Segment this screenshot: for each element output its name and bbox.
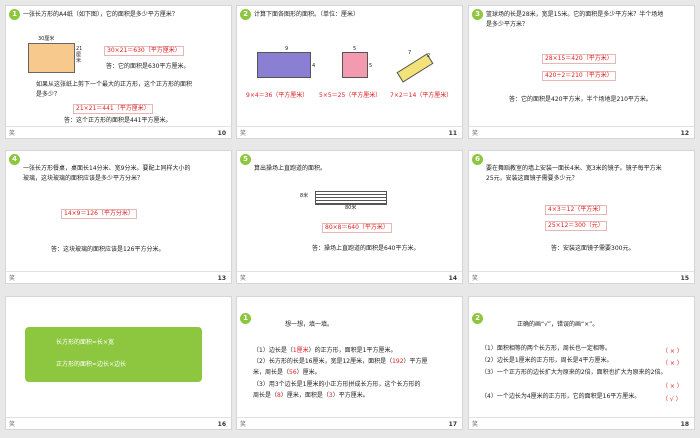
footer-icon: 笑 (9, 275, 16, 282)
calc-1: 28×15＝420（平方米） (542, 54, 616, 64)
fill-line-1: （1）边长是（1厘米）的正方形，面积是1平方厘米。 (253, 347, 397, 354)
running-track (315, 191, 387, 205)
question-number: 6 (472, 154, 483, 165)
footer-icon: 笑 (9, 421, 16, 428)
footer-icon: 笑 (472, 130, 479, 137)
question-text: 计算下面各图形的面积。（单位：厘米） (254, 11, 360, 18)
question-text: 一张长方形的A4纸（如下图），它的面积是多少平方厘米？ (23, 11, 178, 18)
question-number: 2 (240, 9, 251, 20)
fill-line-3: （3）用3个边长是1厘米的小正方形拼成长方形，这个长方形的 (253, 381, 421, 388)
calc-1: 4×3＝12（平方米） (545, 205, 608, 215)
page-number: 18 (680, 421, 689, 428)
answer: 答：这块玻璃的面积应该是126平方分米。 (51, 246, 165, 253)
answer-2: 答：这个正方形的面积是441平方厘米。 (64, 117, 172, 124)
question-number: 4 (9, 154, 20, 165)
question-text: 一张长方形餐桌，桌面长14分米、宽9分米。要配上同样大小的 (23, 165, 191, 172)
slide-18[interactable]: 2 正确的画“√”，错误的画“×”。 （1）面积相等的两个长方形，周长也一定相等… (468, 296, 695, 430)
square-height-label: 5 (369, 63, 373, 69)
question-title: 想一想，填一填。 (285, 321, 334, 328)
answer: 答：操场上直跑道的面积是640平方米。 (312, 245, 420, 252)
page-number: 16 (217, 421, 226, 428)
judge-mark-1: （ × ） (662, 348, 683, 355)
page-number: 13 (217, 275, 226, 282)
judge-item-3: （3）一个正方形的边长扩大为原来的2倍，面积也扩大为原来的2倍。 (481, 369, 667, 376)
fill-line-2: （2）长方形的长是16厘米，宽是12厘米，面积是（192）平方厘 (253, 358, 428, 365)
answer-2: 5×5＝25（平方厘米） (319, 92, 382, 99)
footer-icon: 笑 (472, 275, 479, 282)
judge-mark-2: （ × ） (662, 360, 683, 367)
formula-box (25, 327, 202, 382)
page-number: 17 (448, 421, 457, 428)
footer-icon: 笑 (9, 130, 16, 137)
calc: 80×8＝640（平方米） (322, 223, 392, 233)
footer-icon: 笑 (240, 130, 247, 137)
track-width-label: 80米 (345, 205, 357, 211)
answer: 答：它的面积是420平方米，半个场地是210平方米。 (509, 96, 652, 103)
slide-12[interactable]: 3 篮球场的长是28米，宽是15米。它的面积是多少平方米？半个场地 是多少平方米… (468, 5, 695, 139)
calc-2: 25×12＝300（元） (545, 221, 607, 231)
question-text-2: 25元，安装这面镜子需要多少元？ (486, 175, 578, 182)
slide-17[interactable]: 1 想一想，填一填。 （1）边长是（1厘米）的正方形，面积是1平方厘米。 （2）… (236, 296, 463, 430)
calc-2: 420÷2＝210（平方米） (542, 71, 616, 81)
page-number: 14 (448, 275, 457, 282)
calc-2: 21×21＝441（平方厘米） (73, 104, 153, 114)
question-text: 篮球场的长是28米，宽是15米。它的面积是多少平方米？半个场地 (486, 11, 664, 18)
footer-icon: 笑 (472, 421, 479, 428)
purple-rectangle (257, 52, 311, 78)
slide-16[interactable]: 长方形的面积=长×宽 正方形的面积=边长×边长 笑 16 (5, 296, 232, 430)
page-number: 12 (680, 130, 689, 137)
rectangle-formula: 长方形的面积=长×宽 (56, 339, 115, 346)
question-number: 3 (472, 9, 483, 20)
question-2: 如果从这张纸上剪下一个最大的正方形，这个正方形的面积 (36, 81, 193, 88)
fill-line-2b: 米，周长是（56）厘米。 (253, 369, 321, 376)
question-number: 2 (472, 313, 483, 324)
pink-square (342, 52, 368, 78)
judge-item-4: （4）一个边长为4厘米的正方形，它的面积是16平方厘米。 (481, 393, 641, 400)
question-number: 5 (240, 154, 251, 165)
slide-14[interactable]: 5 算出操场上直跑道的面积。 8米 80米 80×8＝640（平方米） 答：操场… (236, 150, 463, 284)
question-text-2: 是多少平方米？ (486, 21, 529, 28)
fill-line-3b: 周长是（8）厘米，面积是（3）平方厘米。 (253, 392, 369, 399)
question-text: 算出操场上直跑道的面积。 (254, 165, 327, 172)
answer: 答：安装这面镜子需要300元。 (551, 245, 635, 252)
track-height-label: 8米 (300, 193, 309, 199)
page-number: 10 (217, 130, 226, 137)
footer-icon: 笑 (240, 275, 247, 282)
slide-10[interactable]: 1 一张长方形的A4纸（如下图），它的面积是多少平方厘米？ 30厘米 21厘米 … (5, 5, 232, 139)
slide-11[interactable]: 2 计算下面各图形的面积。（单位：厘米） 9 4 5 5 7 2 9×4＝36（… (236, 5, 463, 139)
judge-mark-3: （ × ） (662, 383, 683, 390)
judge-item-1: （1）面积相等的两个长方形，周长也一定相等。 (481, 345, 611, 352)
width-label: 30厘米 (38, 36, 55, 42)
slide-13[interactable]: 4 一张长方形餐桌，桌面长14分米、宽9分米。要配上同样大小的 玻璃，这块玻璃的… (5, 150, 232, 284)
judge-item-2: （2）边长是1厘米的正方形，周长是4平方厘米。 (481, 357, 613, 364)
page-number: 15 (680, 275, 689, 282)
question-title: 正确的画“√”，错误的画“×”。 (517, 321, 599, 328)
rect-height-label: 4 (312, 63, 316, 69)
square-formula: 正方形的面积=边长×边长 (56, 361, 127, 368)
answer-3: 7×2＝14（平方厘米） (390, 92, 453, 99)
tilted-height-label: 2 (427, 53, 431, 59)
question-number: 1 (240, 313, 251, 324)
question-text-2: 玻璃，这块玻璃的面积应该是多少平方分米？ (23, 175, 144, 182)
calc-1: 30×21＝630（平方厘米） (104, 46, 184, 56)
footer-icon: 笑 (240, 421, 247, 428)
answer-1: 答：它的面积是630平方厘米。 (106, 63, 190, 70)
judge-mark-4: （ √ ） (662, 396, 682, 403)
height-label: 21厘米 (76, 46, 83, 64)
question-2b: 是多少？ (36, 91, 61, 98)
question-number: 1 (9, 9, 20, 20)
calc: 14×9＝126（平方分米） (61, 209, 137, 219)
question-text: 要在舞蹈教室的墙上安装一面长4米、宽3米的镜子。镜子每平方米 (486, 165, 662, 172)
page-number: 11 (448, 130, 457, 137)
answer-1: 9×4＝36（平方厘米） (246, 92, 309, 99)
tilted-width-label: 7 (408, 50, 412, 56)
a4-rectangle (28, 43, 75, 73)
slide-15[interactable]: 6 要在舞蹈教室的墙上安装一面长4米、宽3米的镜子。镜子每平方米 25元，安装这… (468, 150, 695, 284)
